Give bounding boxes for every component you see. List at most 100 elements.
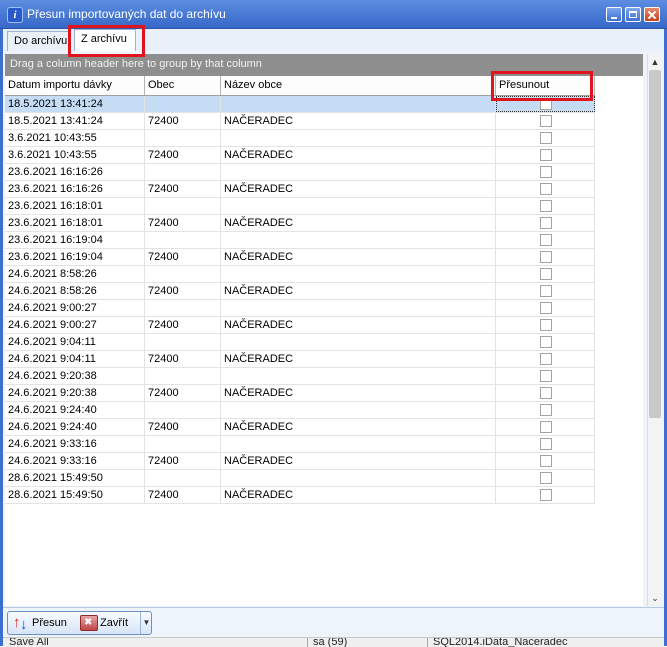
column-header-datum[interactable]: Datum importu dávky [5, 76, 145, 95]
presunout-checkbox[interactable] [540, 370, 552, 382]
maximize-button[interactable] [625, 7, 641, 22]
presunout-checkbox[interactable] [540, 353, 552, 365]
presunout-checkbox[interactable] [540, 149, 552, 161]
highlight-box-tab [68, 25, 145, 57]
table-row[interactable]: 24.6.2021 9:00:27 72400 NAČERADEC [5, 317, 595, 334]
scroll-down-icon[interactable]: ⌄ [650, 592, 660, 604]
table-row[interactable]: 24.6.2021 9:24:40 [5, 402, 595, 419]
table-row[interactable]: 24.6.2021 9:24:40 72400 NAČERADEC [5, 419, 595, 436]
presunout-checkbox[interactable] [540, 438, 552, 450]
table-row[interactable]: 3.6.2021 10:43:55 [5, 130, 595, 147]
table-row[interactable]: 28.6.2021 15:49:50 72400 NAČERADEC [5, 487, 595, 504]
nazev-obce-cell: NAČERADEC [221, 351, 496, 367]
nazev-obce-cell: NAČERADEC [221, 215, 496, 231]
presunout-checkbox[interactable] [540, 421, 552, 433]
table-row[interactable]: 24.6.2021 9:20:38 [5, 368, 595, 385]
scroll-up-icon[interactable]: ▲ [650, 56, 660, 68]
presunout-checkbox[interactable] [540, 183, 552, 195]
presunout-checkbox[interactable] [540, 302, 552, 314]
table-row[interactable]: 23.6.2021 16:18:01 [5, 198, 595, 215]
presunout-checkbox[interactable] [540, 404, 552, 416]
presunout-checkbox[interactable] [540, 336, 552, 348]
obec-cell [145, 266, 221, 282]
presunout-checkbox[interactable] [540, 489, 552, 501]
data-grid: Datum importu dávky Obec Název obce Přes… [5, 76, 643, 606]
obec-cell [145, 334, 221, 350]
presunout-checkbox[interactable] [540, 132, 552, 144]
obec-cell [145, 368, 221, 384]
obec-cell: 72400 [145, 419, 221, 435]
date-cell: 23.6.2021 16:16:26 [5, 181, 145, 197]
presunout-checkbox[interactable] [540, 387, 552, 399]
tab-do-archivu[interactable]: Do archívu [7, 31, 71, 51]
date-cell: 3.6.2021 10:43:55 [5, 130, 145, 146]
obec-cell: 72400 [145, 283, 221, 299]
date-cell: 23.6.2021 16:16:26 [5, 164, 145, 180]
table-row[interactable]: 24.6.2021 8:58:26 72400 NAČERADEC [5, 283, 595, 300]
date-cell: 24.6.2021 9:33:16 [5, 453, 145, 469]
nazev-obce-cell [221, 470, 496, 486]
obec-cell [145, 300, 221, 316]
nazev-obce-cell: NAČERADEC [221, 249, 496, 265]
highlight-box-presunout [491, 71, 593, 101]
table-row[interactable]: 24.6.2021 9:20:38 72400 NAČERADEC [5, 385, 595, 402]
move-button[interactable]: Přesun [12, 612, 67, 636]
nazev-obce-cell [221, 300, 496, 316]
chevron-down-icon[interactable]: ▼ [140, 612, 152, 634]
presunout-checkbox[interactable] [540, 166, 552, 178]
table-row[interactable]: 24.6.2021 8:58:26 [5, 266, 595, 283]
nazev-obce-cell [221, 334, 496, 350]
obec-cell [145, 130, 221, 146]
obec-cell [145, 232, 221, 248]
table-row[interactable]: 23.6.2021 16:19:04 72400 NAČERADEC [5, 249, 595, 266]
scrollbar-thumb[interactable] [649, 70, 661, 418]
table-row[interactable]: 23.6.2021 16:16:26 [5, 164, 595, 181]
grid-rows: 18.5.2021 13:41:24 18.5.2021 13:41:24 7240… [5, 96, 595, 504]
obec-cell: 72400 [145, 215, 221, 231]
action-button-group: Přesun Zavřít ▼ [7, 611, 152, 636]
nazev-obce-cell: NAČERADEC [221, 147, 496, 163]
obec-cell [145, 402, 221, 418]
presunout-checkbox[interactable] [540, 217, 552, 229]
table-row[interactable]: 18.5.2021 13:41:24 72400 NAČERADEC [5, 113, 595, 130]
vertical-scrollbar[interactable]: ▲ ⌄ [647, 54, 662, 606]
nazev-obce-cell [221, 198, 496, 214]
table-row[interactable]: 23.6.2021 16:18:01 72400 NAČERADEC [5, 215, 595, 232]
table-row[interactable]: 28.6.2021 15:49:50 [5, 470, 595, 487]
table-row[interactable]: 23.6.2021 16:16:26 72400 NAČERADEC [5, 181, 595, 198]
table-row[interactable]: 3.6.2021 10:43:55 72400 NAČERADEC [5, 147, 595, 164]
presunout-checkbox[interactable] [540, 251, 552, 263]
presunout-checkbox[interactable] [540, 455, 552, 467]
table-row[interactable]: 24.6.2021 9:33:16 72400 NAČERADEC [5, 453, 595, 470]
column-header-nazev-obce[interactable]: Název obce [221, 76, 496, 95]
obec-cell: 72400 [145, 487, 221, 503]
bottom-toolbar: Přesun Zavřít ▼ [3, 607, 664, 638]
obec-cell [145, 96, 221, 112]
table-row[interactable]: 23.6.2021 16:19:04 [5, 232, 595, 249]
table-row[interactable]: 24.6.2021 9:00:27 [5, 300, 595, 317]
nazev-obce-cell [221, 266, 496, 282]
minimize-button[interactable] [606, 7, 622, 22]
presunout-checkbox[interactable] [540, 285, 552, 297]
presunout-checkbox[interactable] [540, 234, 552, 246]
presunout-checkbox[interactable] [540, 472, 552, 484]
obec-cell [145, 164, 221, 180]
presunout-checkbox[interactable] [540, 115, 552, 127]
nazev-obce-cell: NAČERADEC [221, 419, 496, 435]
nazev-obce-cell: NAČERADEC [221, 487, 496, 503]
obec-cell: 72400 [145, 113, 221, 129]
close-button[interactable]: Zavřít [80, 612, 128, 634]
column-header-obec[interactable]: Obec [145, 76, 221, 95]
obec-cell: 72400 [145, 249, 221, 265]
close-window-button[interactable] [644, 7, 660, 22]
table-row[interactable]: 24.6.2021 9:33:16 [5, 436, 595, 453]
obec-cell: 72400 [145, 385, 221, 401]
presunout-checkbox[interactable] [540, 200, 552, 212]
date-cell: 24.6.2021 8:58:26 [5, 283, 145, 299]
presunout-checkbox[interactable] [540, 319, 552, 331]
nazev-obce-cell: NAČERADEC [221, 181, 496, 197]
table-row[interactable]: 24.6.2021 9:04:11 72400 NAČERADEC [5, 351, 595, 368]
table-row[interactable]: 24.6.2021 9:04:11 [5, 334, 595, 351]
presunout-checkbox[interactable] [540, 268, 552, 280]
date-cell: 24.6.2021 9:04:11 [5, 334, 145, 350]
